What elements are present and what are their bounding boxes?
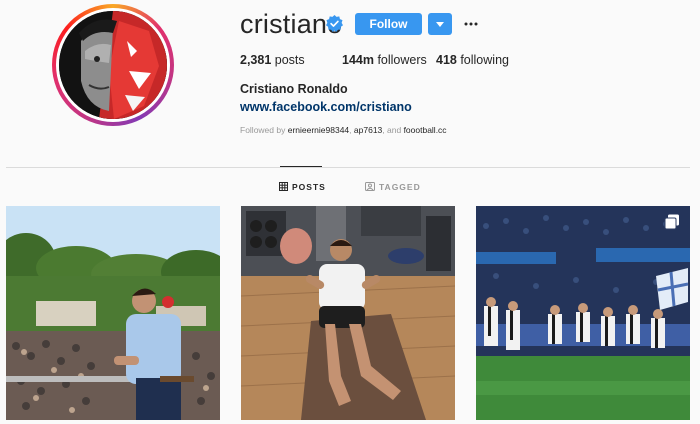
profile-page: cristiano Follow 2,381 posts 144m follow… [0,0,700,424]
grid-icon [279,182,288,191]
tabs-divider [6,167,690,168]
post-thumbnail[interactable] [476,206,690,420]
post-image [476,206,690,420]
tab-tagged[interactable]: TAGGED [365,182,421,192]
chevron-down-icon [436,22,444,27]
tagged-icon [365,182,375,191]
posts-count: 2,381 posts [240,53,305,67]
post-thumbnail[interactable] [6,206,220,420]
more-options-button[interactable] [462,13,480,35]
avatar [59,11,167,119]
post-image [6,206,220,420]
followed-by-account[interactable]: ernieernie98344 [288,125,349,135]
suggestions-dropdown-button[interactable] [428,13,452,35]
tab-posts[interactable]: POSTS [279,182,326,192]
more-dots-icon [464,22,478,26]
bio-website-link[interactable]: www.facebook.com/cristiano [240,100,412,114]
post-image [241,206,455,420]
following-link[interactable]: 418 following [436,53,509,67]
active-tab-indicator [280,166,322,167]
followed-by-text: Followed by ernieernie98344, ap7613, and… [240,125,447,135]
followed-by-account[interactable]: ap7613 [354,125,382,135]
post-thumbnail[interactable] [241,206,455,420]
followed-by-account[interactable]: foootball.cc [404,125,447,135]
follow-button[interactable]: Follow [355,13,422,35]
verified-badge-icon [326,15,343,32]
followers-link[interactable]: 144m followers [342,53,427,67]
profile-full-name: Cristiano Ronaldo [240,82,348,96]
avatar-story-ring[interactable] [52,4,174,126]
multiple-photos-icon [664,214,680,235]
